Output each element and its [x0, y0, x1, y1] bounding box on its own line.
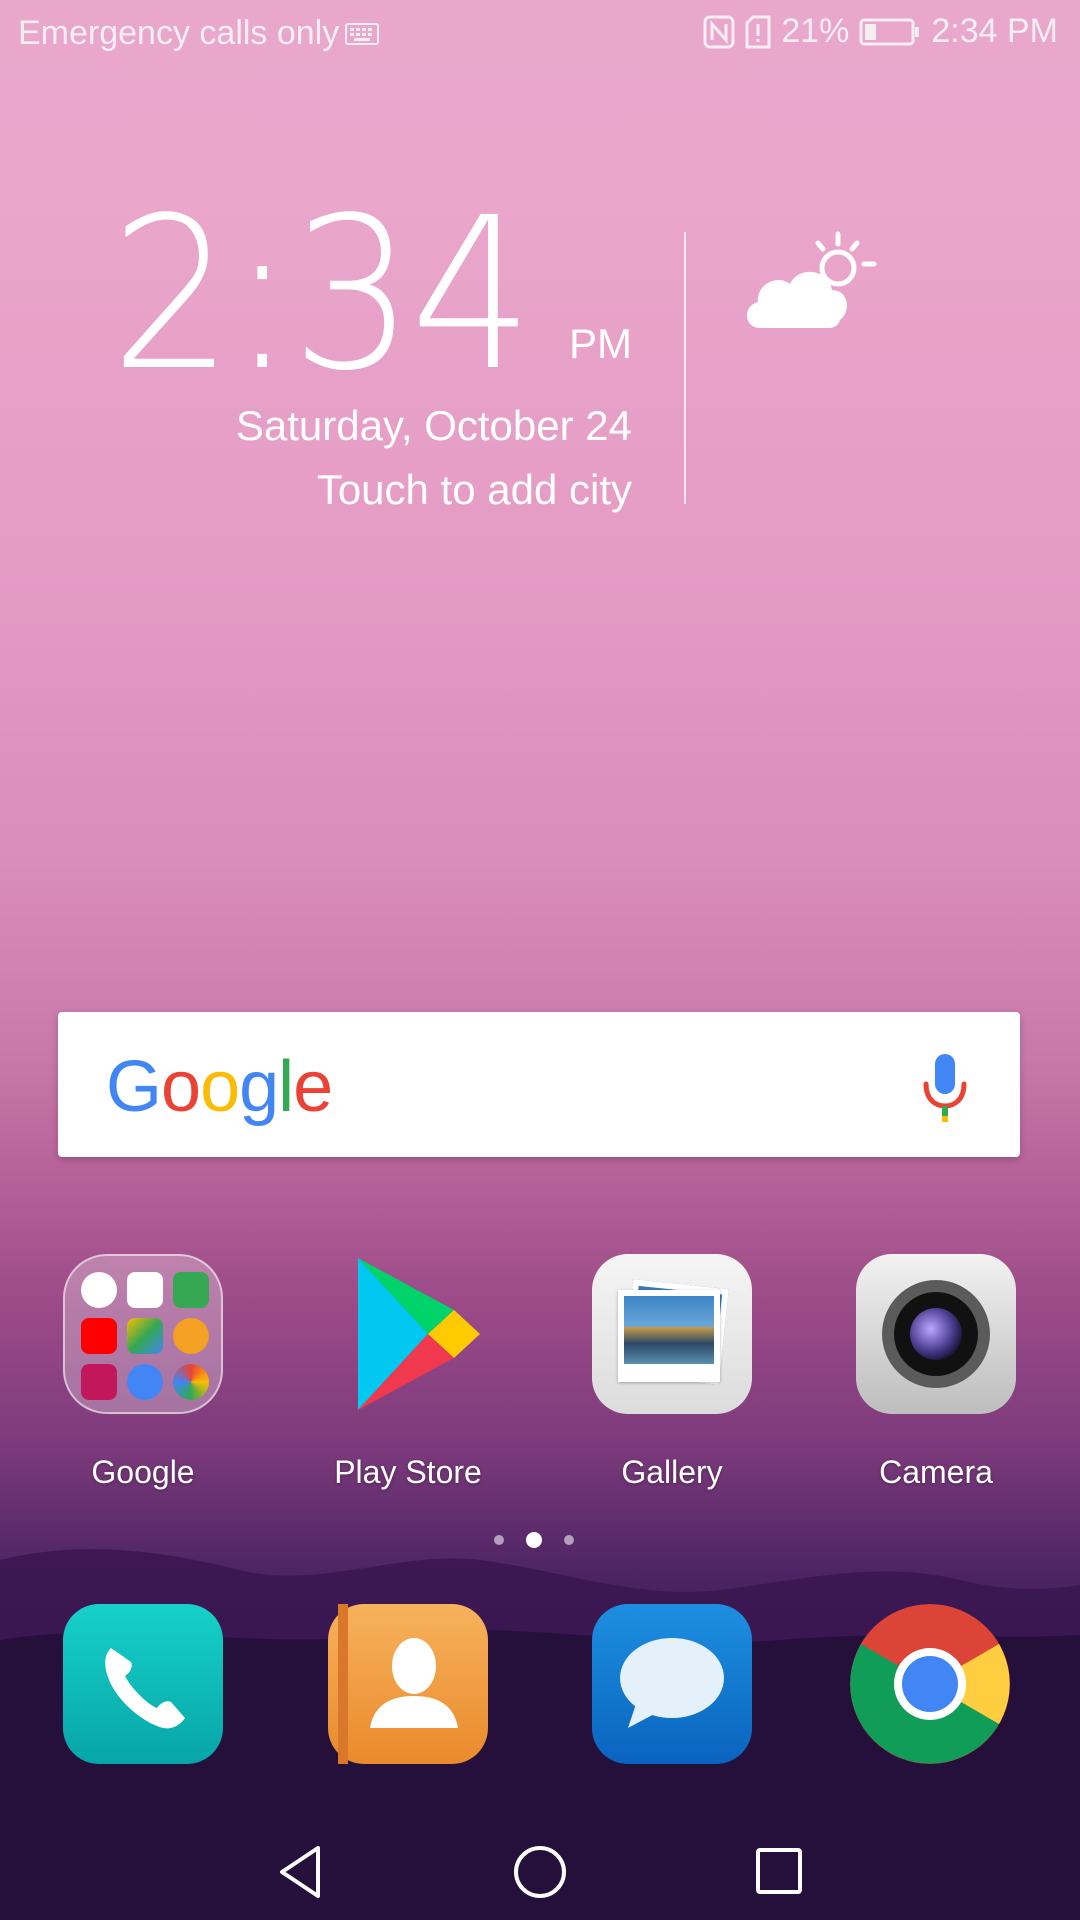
recents-icon[interactable] — [750, 1842, 810, 1902]
play-store-icon — [358, 1258, 480, 1410]
widget-divider — [684, 232, 686, 504]
duo-mini-icon — [127, 1364, 163, 1400]
gmail-mini-icon — [127, 1272, 163, 1308]
partly-cloudy-icon[interactable] — [740, 228, 880, 338]
status-time: 2:34 PM — [931, 12, 1058, 50]
status-left: Emergency calls only — [18, 14, 380, 53]
page-dot[interactable] — [564, 1535, 574, 1545]
app-label: Google — [91, 1454, 195, 1490]
battery-icon — [859, 18, 920, 45]
clock-ampm: PM — [569, 320, 632, 367]
home-icon[interactable] — [510, 1842, 570, 1902]
google-folder-icon — [63, 1254, 223, 1414]
add-city-prompt[interactable]: Touch to add city — [317, 466, 632, 514]
drive-mini-icon — [127, 1318, 163, 1354]
contacts-icon[interactable] — [328, 1604, 488, 1764]
phone-icon[interactable] — [63, 1604, 223, 1764]
chrome-icon[interactable] — [850, 1604, 1010, 1764]
messages-icon[interactable] — [592, 1604, 752, 1764]
back-icon[interactable] — [272, 1842, 332, 1902]
page-indicator — [494, 1532, 574, 1548]
status-right: 21% 2:34 PM — [703, 12, 1058, 51]
google-logo: Google — [106, 1047, 333, 1127]
camera-icon — [856, 1254, 1016, 1414]
keyboard-icon — [345, 22, 380, 45]
gallery-icon — [592, 1254, 752, 1414]
google-mini-icon — [81, 1272, 117, 1308]
mic-icon[interactable] — [920, 1052, 970, 1124]
clock-time: 2:34 — [110, 172, 534, 417]
photos-mini-icon — [173, 1364, 209, 1400]
maps-mini-icon — [173, 1272, 209, 1308]
page-dot-active[interactable] — [526, 1532, 542, 1548]
page-dot[interactable] — [494, 1535, 504, 1545]
sim-alert-icon — [745, 15, 771, 48]
play-music-mini-icon — [173, 1318, 209, 1354]
play-movies-mini-icon — [81, 1364, 117, 1400]
clock-widget[interactable]: 2:34 PM Saturday, October 24 Touch to ad… — [111, 190, 640, 520]
carrier-text: Emergency calls only — [18, 14, 340, 52]
app-label: Play Store — [334, 1454, 482, 1490]
clock-date: Saturday, October 24 — [235, 402, 632, 449]
google-search-bar[interactable]: Google — [58, 1012, 1020, 1157]
nfc-icon — [703, 15, 735, 48]
navigation-bar — [0, 1810, 1080, 1920]
status-bar: Emergency calls only 21% 2:34 PM — [0, 0, 1080, 74]
youtube-mini-icon — [81, 1318, 117, 1354]
battery-percent: 21% — [781, 12, 850, 50]
app-label: Camera — [879, 1454, 993, 1490]
app-label: Gallery — [621, 1454, 723, 1490]
